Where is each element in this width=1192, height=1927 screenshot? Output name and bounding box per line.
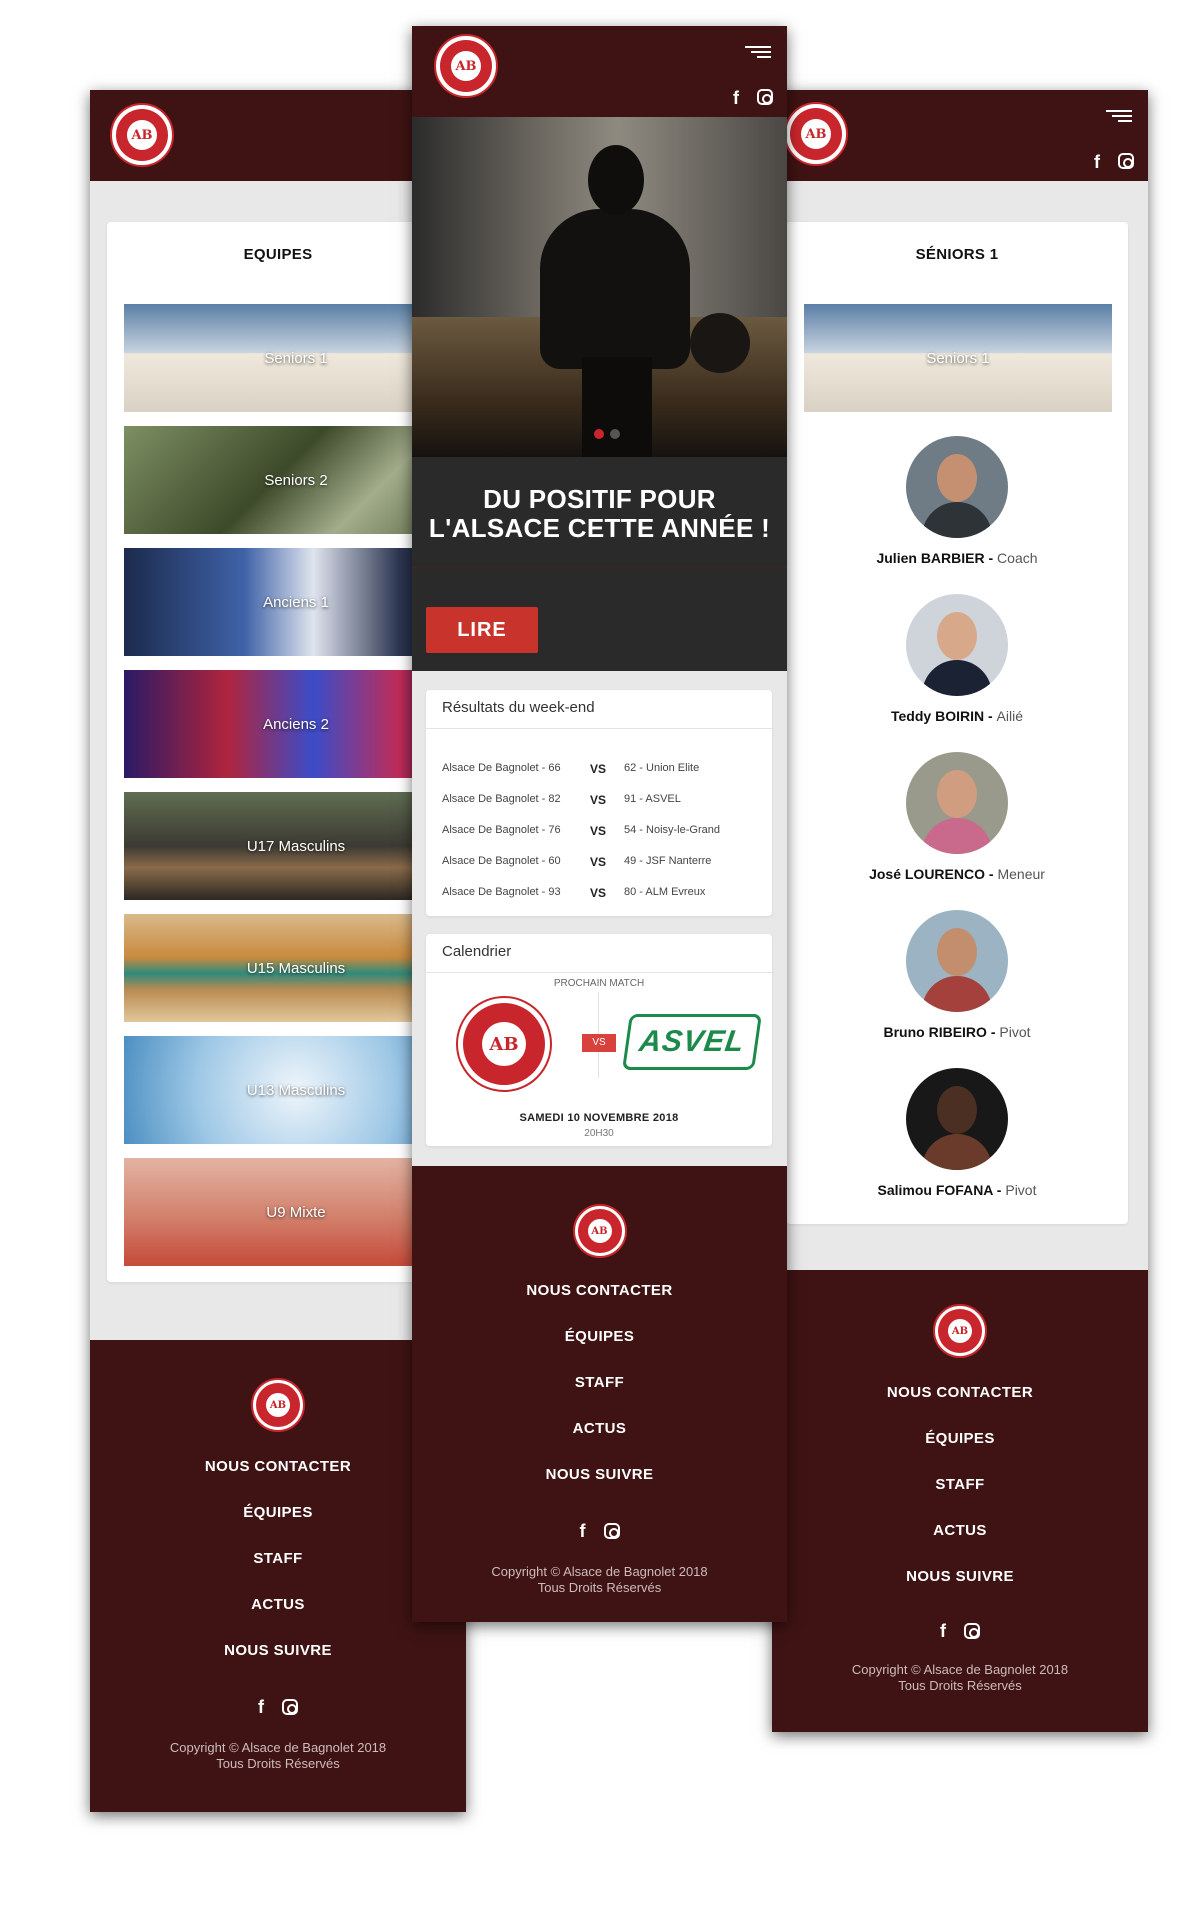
- footer-link-suivre[interactable]: NOUS SUIVRE: [90, 1642, 466, 1659]
- site-header: AB f: [772, 90, 1148, 181]
- page-title: SÉNIORS 1: [915, 246, 999, 263]
- teams-screen: AB f EQUIPES Seniors 1 Seniors 2 Anciens…: [90, 90, 466, 1812]
- footer-link-equipes[interactable]: ÉQUIPES: [90, 1504, 466, 1521]
- copyright: Copyright © Alsace de Bagnolet 2018 Tous…: [169, 1740, 387, 1771]
- slider-dot[interactable]: [594, 429, 604, 439]
- facebook-icon[interactable]: f: [1094, 153, 1100, 171]
- instagram-icon[interactable]: [757, 89, 773, 105]
- footer-link-actus[interactable]: ACTUS: [412, 1420, 787, 1437]
- staff-card: SÉNIORS 1 Seniors 1 Julien BARBIER - Coa…: [786, 222, 1128, 1224]
- avatar: [906, 436, 1008, 538]
- staff-member[interactable]: Julien BARBIER - Coach: [786, 436, 1128, 566]
- staff-member[interactable]: José LOURENCO - Meneur: [786, 752, 1128, 882]
- site-footer: AB NOUS CONTACTER ÉQUIPES STAFF ACTUS NO…: [772, 1270, 1148, 1732]
- avatar: [906, 910, 1008, 1012]
- footer-link-staff[interactable]: STAFF: [412, 1374, 787, 1391]
- match-date: SAMEDI 10 NOVEMBRE 2018: [519, 1112, 679, 1124]
- footer-link-staff[interactable]: STAFF: [90, 1550, 466, 1567]
- footer-link-contact[interactable]: NOUS CONTACTER: [90, 1458, 466, 1475]
- footer-link-contact[interactable]: NOUS CONTACTER: [772, 1384, 1148, 1401]
- news-title: DU POSITIF POUR L'ALSACE CETTE ANNÉE !: [428, 484, 771, 543]
- avatar: [906, 594, 1008, 696]
- footer-link-staff[interactable]: STAFF: [772, 1476, 1148, 1493]
- match-time: 20H30: [584, 1128, 614, 1139]
- footer-link-suivre[interactable]: NOUS SUIVRE: [772, 1568, 1148, 1585]
- facebook-icon[interactable]: f: [258, 1698, 264, 1716]
- instagram-icon[interactable]: [603, 1523, 620, 1539]
- page-title: EQUIPES: [243, 246, 313, 263]
- staff-member[interactable]: Bruno RIBEIRO - Pivot: [786, 910, 1128, 1040]
- team-banner: Seniors 1: [804, 304, 1112, 412]
- home-screen: AB f DU POSITIF POUR L'ALSACE CETTE ANNÉ…: [412, 26, 787, 1622]
- staff-member[interactable]: Teddy BOIRIN - Ailié: [786, 594, 1128, 724]
- facebook-icon[interactable]: f: [580, 1522, 586, 1540]
- vs-badge: VS: [582, 1034, 616, 1052]
- avatar: [906, 752, 1008, 854]
- basketball-image: [690, 313, 750, 373]
- results-title: Résultats du week-end: [442, 699, 595, 716]
- instagram-icon[interactable]: [964, 1623, 980, 1639]
- site-header: AB f: [412, 26, 787, 117]
- site-footer: AB NOUS CONTACTER ÉQUIPES STAFF ACTUS NO…: [90, 1340, 466, 1812]
- slider-dot[interactable]: [610, 429, 620, 439]
- calendar-card: Calendrier PROCHAIN MATCH AB VS ASVEL SA…: [426, 934, 772, 1146]
- team-detail-screen: AB f SÉNIORS 1 Seniors 1 Julien BARBIER …: [772, 90, 1148, 1732]
- footer-logo[interactable]: AB: [933, 1304, 987, 1358]
- footer-link-suivre[interactable]: NOUS SUIVRE: [412, 1466, 787, 1483]
- site-footer: AB NOUS CONTACTER ÉQUIPES STAFF ACTUS NO…: [412, 1166, 787, 1622]
- club-logo[interactable]: AB: [784, 102, 848, 166]
- footer-link-actus[interactable]: ACTUS: [90, 1596, 466, 1613]
- copyright: Copyright © Alsace de Bagnolet 2018 Tous…: [491, 1564, 708, 1595]
- copyright: Copyright © Alsace de Bagnolet 2018 Tous…: [851, 1662, 1069, 1693]
- opponent-logo: ASVEL: [622, 1014, 762, 1070]
- footer-link-equipes[interactable]: ÉQUIPES: [772, 1430, 1148, 1447]
- footer-logo[interactable]: AB: [572, 1204, 627, 1258]
- staff-member[interactable]: Salimou FOFANA - Pivot: [786, 1068, 1128, 1198]
- calendar-title: Calendrier: [442, 943, 512, 960]
- slider-dots[interactable]: [594, 429, 620, 439]
- instagram-icon[interactable]: [1118, 153, 1134, 169]
- facebook-icon[interactable]: f: [940, 1622, 946, 1640]
- avatar: [906, 1068, 1008, 1170]
- club-logo[interactable]: AB: [434, 34, 498, 98]
- hamburger-icon[interactable]: [745, 46, 771, 61]
- instagram-icon[interactable]: [282, 1699, 298, 1715]
- hamburger-icon[interactable]: [1106, 110, 1132, 125]
- club-logo[interactable]: AB: [110, 103, 174, 167]
- teams-card: EQUIPES Seniors 1 Seniors 2 Anciens 1 An…: [107, 222, 466, 1282]
- hero-slider[interactable]: [412, 117, 787, 457]
- site-header: AB f: [90, 90, 466, 181]
- footer-link-actus[interactable]: ACTUS: [772, 1522, 1148, 1539]
- news-block: DU POSITIF POUR L'ALSACE CETTE ANNÉE ! L…: [412, 457, 787, 671]
- results-card: Résultats du week-end Alsace De Bagnolet…: [426, 690, 772, 916]
- next-match-label: PROCHAIN MATCH: [553, 978, 645, 989]
- read-button[interactable]: LIRE: [426, 607, 538, 653]
- home-team-logo: AB: [456, 996, 552, 1092]
- footer-link-equipes[interactable]: ÉQUIPES: [412, 1328, 787, 1345]
- footer-logo[interactable]: AB: [251, 1378, 305, 1432]
- footer-link-contact[interactable]: NOUS CONTACTER: [412, 1282, 787, 1299]
- facebook-icon[interactable]: f: [733, 89, 739, 107]
